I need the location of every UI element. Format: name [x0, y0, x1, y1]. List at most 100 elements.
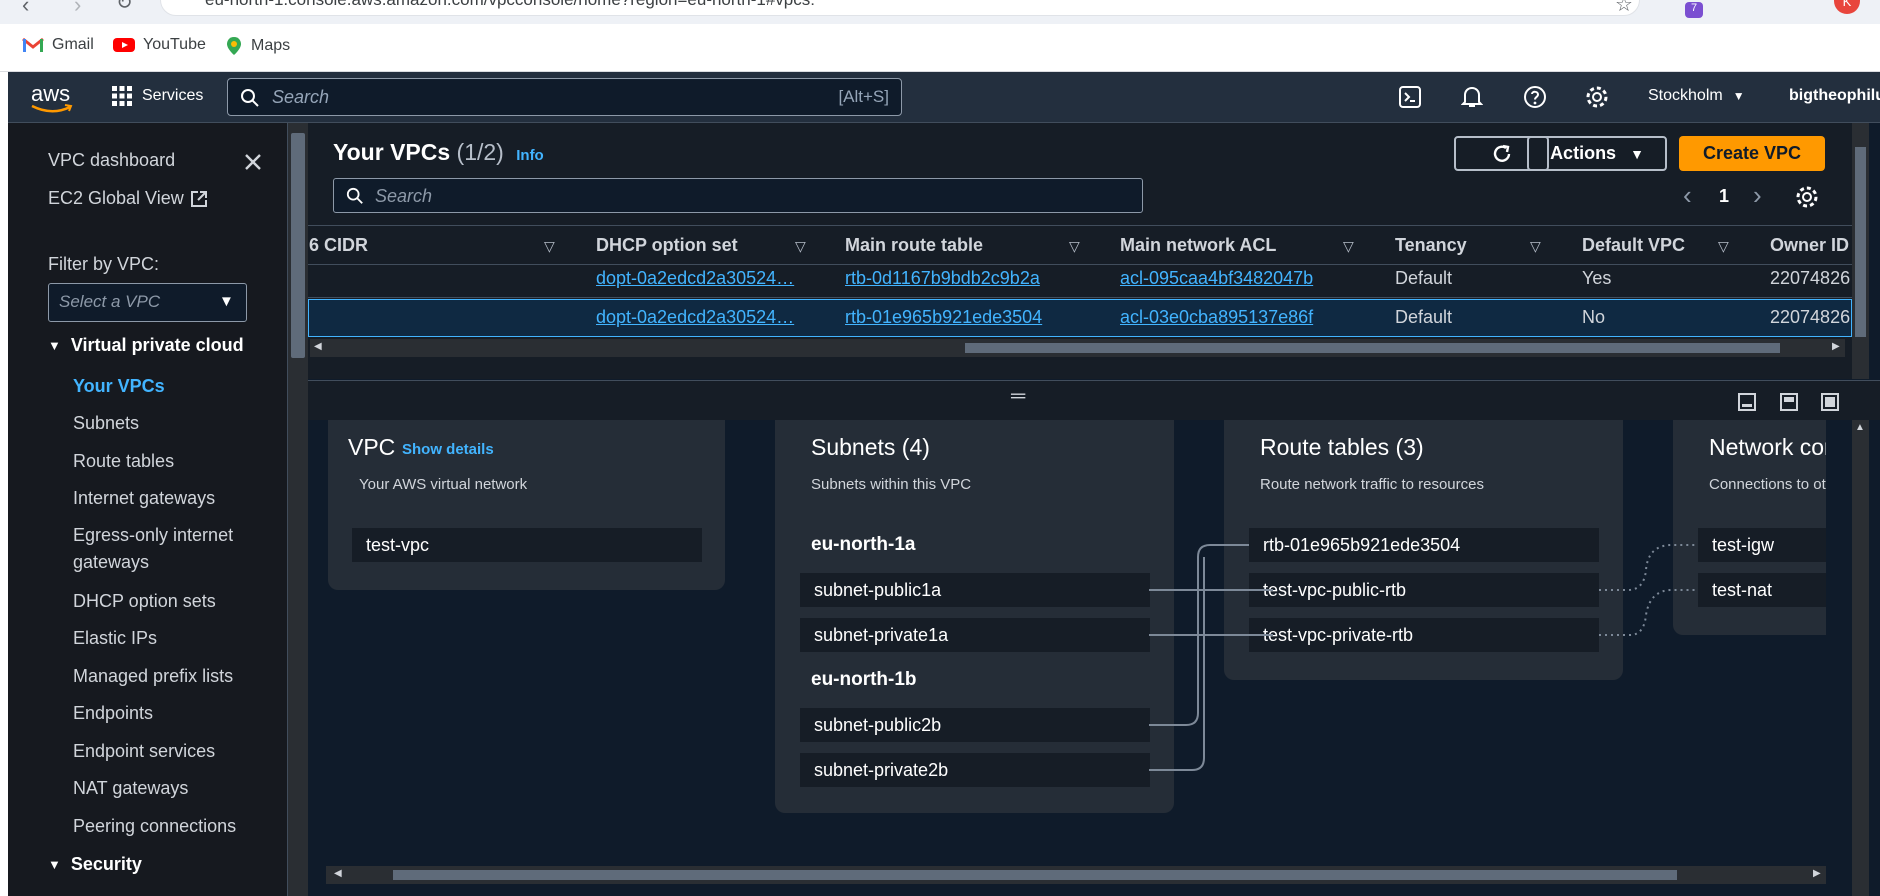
diagram-vscrollbar[interactable]: ▲	[1852, 420, 1869, 896]
route-table-link[interactable]: rtb-01e965b921ede3504	[845, 307, 1042, 328]
extension-badge[interactable]: 7	[1685, 2, 1703, 18]
caret-down-icon: ▼	[48, 857, 61, 872]
next-page-icon[interactable]: ›	[1753, 180, 1762, 211]
col-owner-id[interactable]: Owner ID	[1770, 235, 1849, 256]
browser-toolbar: ‹ › ↻ eu-north-1.console.aws.amazon.com/…	[0, 0, 1880, 24]
nav-peering-connections[interactable]: Peering connections	[73, 816, 236, 837]
bookmark-star-icon[interactable]: ☆	[1615, 0, 1633, 17]
nav-endpoints[interactable]: Endpoints	[73, 703, 153, 724]
grid-icon	[112, 86, 132, 106]
sidebar-scrollbar[interactable]	[288, 123, 308, 896]
col-main-network-acl[interactable]: Main network ACL	[1120, 235, 1276, 256]
settings-icon[interactable]	[1795, 185, 1819, 209]
cloudshell-icon[interactable]	[1399, 86, 1421, 108]
sort-icon[interactable]: ▽	[1718, 238, 1729, 255]
prev-page-icon[interactable]: ‹	[1683, 180, 1692, 211]
create-vpc-button[interactable]: Create VPC	[1679, 136, 1825, 171]
col-tenancy[interactable]: Tenancy	[1395, 235, 1467, 256]
scroll-thumb[interactable]	[1855, 147, 1866, 337]
sort-icon[interactable]: ▽	[795, 238, 806, 255]
drag-handle-icon[interactable]: ═	[1011, 385, 1025, 408]
services-menu[interactable]: Services	[112, 86, 203, 106]
close-icon[interactable]	[244, 153, 262, 171]
sort-icon[interactable]: ▽	[1069, 238, 1080, 255]
nav-internet-gateways[interactable]: Internet gateways	[73, 488, 215, 509]
panel-bottom-icon[interactable]	[1738, 393, 1756, 411]
panel-side-icon[interactable]	[1780, 393, 1798, 411]
nav-ec2-global-view[interactable]: EC2 Global View	[48, 188, 208, 209]
vpc-filter-select[interactable]: Select a VPC ▼	[48, 283, 247, 322]
caret-down-icon: ▼	[1732, 89, 1745, 103]
col-ipv6-cidr[interactable]: 6 CIDR	[309, 235, 368, 256]
nav-endpoint-services[interactable]: Endpoint services	[73, 741, 215, 762]
region-selector[interactable]: Stockholm ▼	[1648, 87, 1745, 105]
nav-dhcp-option-sets[interactable]: DHCP option sets	[73, 591, 216, 612]
diagram-hscrollbar[interactable]: ◀ ▶	[326, 866, 1826, 884]
scroll-left-icon[interactable]: ◀	[314, 341, 322, 352]
nav-subnets[interactable]: Subnets	[73, 413, 139, 434]
caret-down-icon: ▼	[48, 338, 61, 353]
scroll-right-icon[interactable]: ▶	[1813, 868, 1821, 879]
sort-icon[interactable]: ▽	[544, 238, 555, 255]
nav-elastic-ips[interactable]: Elastic IPs	[73, 628, 157, 649]
address-bar[interactable]: eu-north-1.console.aws.amazon.com/vpccon…	[160, 0, 1640, 16]
settings-icon[interactable]	[1585, 85, 1609, 109]
table-row-selected[interactable]	[308, 299, 1852, 337]
bookmark-label: YouTube	[143, 36, 206, 53]
nav-vpc-dashboard[interactable]: VPC dashboard	[48, 150, 175, 171]
dhcp-link[interactable]: dopt-0a2edcd2a30524…	[596, 307, 794, 328]
table-row[interactable]	[308, 265, 1852, 298]
bookmark-gmail[interactable]: Gmail	[22, 36, 94, 54]
col-label: Default VPC	[1582, 235, 1686, 255]
bell-icon[interactable]	[1461, 85, 1483, 109]
panel-maximize-icon[interactable]	[1821, 393, 1839, 411]
bookmark-youtube[interactable]: YouTube	[113, 36, 206, 54]
table-hscrollbar[interactable]: ◀ ▶	[310, 339, 1845, 357]
section-virtual-private-cloud[interactable]: ▼ Virtual private cloud	[48, 335, 244, 356]
page-number[interactable]: 1	[1719, 186, 1729, 207]
nav-managed-prefix-lists[interactable]: Managed prefix lists	[73, 666, 233, 687]
scroll-thumb[interactable]	[393, 870, 1677, 880]
section-security[interactable]: ▼ Security	[48, 854, 142, 875]
split-panel-divider[interactable]: ═	[308, 380, 1880, 420]
nav-egress-only-internet-gateways[interactable]: Egress-only internet	[73, 525, 233, 546]
caret-down-icon: ▼	[219, 293, 234, 310]
actions-button[interactable]: Actions ▼	[1527, 136, 1667, 171]
scroll-thumb[interactable]	[291, 133, 305, 358]
dhcp-link[interactable]: dopt-0a2edcd2a30524…	[596, 268, 794, 289]
reload-icon[interactable]: ↻	[116, 0, 133, 15]
tenancy-value: Default	[1395, 307, 1453, 327]
table-search-input[interactable]: Search	[333, 178, 1143, 213]
account-menu[interactable]: bigtheophilus	[1789, 87, 1880, 105]
network-acl-link[interactable]: acl-095caa4bf3482047b	[1120, 268, 1313, 289]
connector-line	[1149, 557, 1205, 771]
col-label: 6 CIDR	[309, 235, 369, 255]
help-icon[interactable]	[1523, 85, 1547, 109]
nav-your-vpcs[interactable]: Your VPCs	[73, 376, 165, 397]
route-table-link[interactable]: rtb-0d1167b9bdb2c9b2a	[845, 268, 1040, 289]
nav-egress-only-line2[interactable]: gateways	[73, 552, 149, 573]
search-icon	[241, 89, 259, 107]
scroll-up-icon[interactable]: ▲	[1855, 422, 1865, 433]
sort-icon[interactable]: ▽	[1343, 238, 1354, 255]
col-dhcp-option-set[interactable]: DHCP option set	[596, 235, 738, 256]
network-acl-link[interactable]: acl-03e0cba895137e86f	[1120, 307, 1313, 328]
info-link[interactable]: Info	[516, 147, 544, 164]
sort-icon[interactable]: ▽	[1530, 238, 1541, 255]
col-default-vpc[interactable]: Default VPC	[1582, 235, 1685, 256]
nav-nat-gateways[interactable]: NAT gateways	[73, 778, 188, 799]
gmail-icon	[22, 37, 44, 52]
scroll-thumb[interactable]	[965, 343, 1780, 353]
profile-avatar[interactable]: K	[1834, 0, 1860, 14]
col-main-route-table[interactable]: Main route table	[845, 235, 983, 256]
scroll-right-icon[interactable]: ▶	[1832, 341, 1840, 352]
global-search-input[interactable]: Search [Alt+S]	[227, 78, 902, 116]
forward-icon[interactable]: ›	[74, 0, 81, 18]
col-label: Tenancy	[1395, 235, 1467, 255]
table-vscrollbar[interactable]	[1852, 123, 1869, 379]
nav-route-tables[interactable]: Route tables	[73, 451, 174, 472]
bookmark-maps[interactable]: Maps	[225, 36, 290, 56]
side-navigation: VPC dashboard EC2 Global View Filter by …	[8, 123, 288, 896]
back-icon[interactable]: ‹	[22, 0, 29, 18]
scroll-left-icon[interactable]: ◀	[334, 868, 342, 879]
